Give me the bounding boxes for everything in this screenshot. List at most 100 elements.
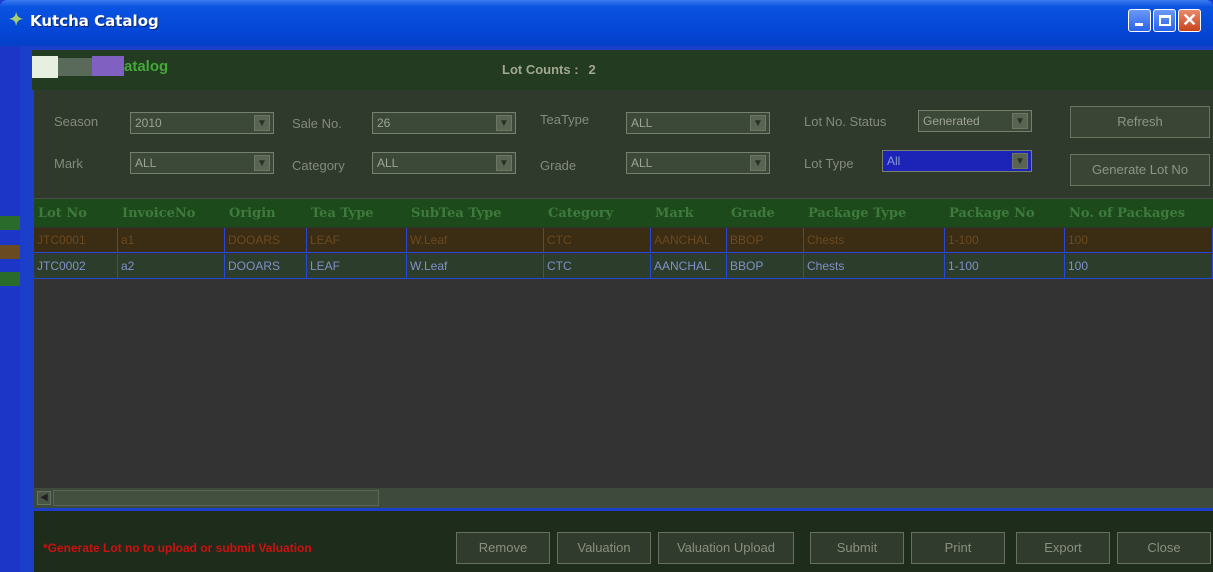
season-label: Season bbox=[54, 114, 99, 129]
generate-lot-warning: *Generate Lot no to upload or submit Val… bbox=[43, 541, 312, 555]
strip-mark bbox=[0, 245, 20, 259]
chevron-down-icon: ▼ bbox=[1012, 113, 1028, 129]
export-button[interactable]: Export bbox=[1016, 532, 1110, 564]
column-header[interactable]: InvoiceNo bbox=[118, 199, 225, 227]
window-title: Kutcha Catalog bbox=[30, 12, 159, 30]
lots-grid: Lot No InvoiceNo Origin Tea Type SubTea … bbox=[34, 198, 1213, 508]
chevron-down-icon: ▼ bbox=[750, 115, 766, 131]
tea-type-label: TeaType bbox=[540, 112, 590, 127]
catalog-logo: atalog bbox=[32, 56, 192, 80]
close-icon: ✕ bbox=[1181, 10, 1198, 30]
category-label: Category bbox=[292, 158, 345, 173]
title-bar[interactable]: ✦ Kutcha Catalog ✕ bbox=[0, 0, 1213, 46]
table-cell: 100 bbox=[1065, 228, 1213, 252]
client-area: atalog Lot Counts : 2 Season 2010 ▼ Sale N… bbox=[20, 46, 1213, 572]
table-cell: W.Leaf bbox=[407, 228, 544, 252]
column-header[interactable]: Package No bbox=[945, 199, 1065, 227]
column-header[interactable]: Package Type bbox=[804, 199, 945, 227]
filter-panel: Season 2010 ▼ Sale No. 26 ▼ TeaType ALL ▼ L… bbox=[34, 90, 1213, 198]
table-cell: AANCHAL bbox=[651, 254, 727, 278]
left-border-strip bbox=[0, 46, 20, 572]
catalog-header-bar: atalog Lot Counts : 2 bbox=[32, 50, 1213, 90]
table-cell: Chests bbox=[804, 254, 945, 278]
sale-no-label: Sale No. bbox=[292, 116, 342, 131]
tea-type-select[interactable]: ALL ▼ bbox=[626, 112, 770, 134]
sale-no-select[interactable]: 26 ▼ bbox=[372, 112, 516, 134]
column-header[interactable]: Origin bbox=[225, 199, 307, 227]
table-cell: CTC bbox=[544, 254, 651, 278]
table-cell: Chests bbox=[804, 228, 945, 252]
chevron-down-icon: ▼ bbox=[750, 155, 766, 171]
season-value: 2010 bbox=[135, 116, 162, 130]
scrollbar-thumb[interactable] bbox=[53, 490, 379, 506]
table-cell: 1-100 bbox=[945, 254, 1065, 278]
grade-label: Grade bbox=[540, 158, 577, 173]
table-cell: LEAF bbox=[307, 254, 407, 278]
leaf-app-icon: ✦ bbox=[9, 10, 24, 29]
table-cell: 100 bbox=[1065, 254, 1213, 278]
minimize-icon bbox=[1135, 23, 1143, 26]
table-cell: CTC bbox=[544, 228, 651, 252]
submit-button[interactable]: Submit bbox=[810, 532, 904, 564]
close-button[interactable]: Close bbox=[1117, 532, 1211, 564]
strip-mark bbox=[0, 216, 20, 230]
scroll-left-icon[interactable]: ◀ bbox=[37, 491, 51, 505]
column-header[interactable]: No. of Packages bbox=[1065, 199, 1213, 227]
table-cell: 1-100 bbox=[945, 228, 1065, 252]
chevron-down-icon: ▼ bbox=[254, 115, 270, 131]
grade-select[interactable]: ALL ▼ bbox=[626, 152, 770, 174]
table-row[interactable]: JTC0001 a1 DOOARS LEAF W.Leaf CTC AANCHA… bbox=[34, 228, 1213, 253]
maximize-button[interactable] bbox=[1153, 9, 1176, 32]
category-select[interactable]: ALL ▼ bbox=[372, 152, 516, 174]
table-cell: JTC0001 bbox=[34, 228, 118, 252]
lot-no-status-label: Lot No. Status bbox=[804, 114, 887, 129]
column-header[interactable]: Grade bbox=[727, 199, 804, 227]
grid-header: Lot No InvoiceNo Origin Tea Type SubTea … bbox=[34, 199, 1213, 227]
lot-counts-label: Lot Counts : bbox=[502, 62, 579, 77]
sale-no-value: 26 bbox=[377, 116, 391, 130]
refresh-button[interactable]: Refresh bbox=[1070, 106, 1210, 138]
table-cell: W.Leaf bbox=[407, 254, 544, 278]
chevron-down-icon: ▼ bbox=[1012, 153, 1028, 169]
grade-value: ALL bbox=[631, 156, 653, 170]
logo-text: atalog bbox=[124, 58, 169, 75]
column-header[interactable]: Mark bbox=[651, 199, 727, 227]
horizontal-scrollbar[interactable]: ◀ bbox=[34, 488, 1213, 508]
table-cell: a2 bbox=[118, 254, 225, 278]
mark-label: Mark bbox=[54, 156, 83, 171]
remove-button[interactable]: Remove bbox=[456, 532, 550, 564]
lot-type-value: All bbox=[887, 154, 901, 168]
lot-type-select[interactable]: All ▼ bbox=[882, 150, 1032, 172]
tea-type-value: ALL bbox=[631, 116, 653, 130]
lot-counts: Lot Counts : 2 bbox=[502, 62, 596, 77]
lot-counts-value: 2 bbox=[588, 62, 596, 77]
table-cell: BBOP bbox=[727, 254, 804, 278]
action-bar: *Generate Lot no to upload or submit Val… bbox=[34, 511, 1213, 572]
table-cell: LEAF bbox=[307, 228, 407, 252]
table-cell: AANCHAL bbox=[651, 228, 727, 252]
column-header[interactable]: Category bbox=[544, 199, 651, 227]
maximize-icon bbox=[1159, 15, 1171, 26]
lot-no-status-select[interactable]: Generated ▼ bbox=[918, 110, 1032, 132]
generate-lot-no-button[interactable]: Generate Lot No bbox=[1070, 154, 1210, 186]
mark-value: ALL bbox=[135, 156, 157, 170]
mark-select[interactable]: ALL ▼ bbox=[130, 152, 274, 174]
lot-type-label: Lot Type bbox=[804, 156, 854, 171]
print-button[interactable]: Print bbox=[911, 532, 1005, 564]
chevron-down-icon: ▼ bbox=[496, 155, 512, 171]
table-cell: DOOARS bbox=[225, 228, 307, 252]
table-cell: JTC0002 bbox=[34, 254, 118, 278]
table-row[interactable]: JTC0002 a2 DOOARS LEAF W.Leaf CTC AANCHA… bbox=[34, 254, 1213, 279]
column-header[interactable]: Tea Type bbox=[307, 199, 407, 227]
chevron-down-icon: ▼ bbox=[496, 115, 512, 131]
minimize-button[interactable] bbox=[1128, 9, 1151, 32]
close-window-button[interactable]: ✕ bbox=[1178, 9, 1201, 32]
chevron-down-icon: ▼ bbox=[254, 155, 270, 171]
column-header[interactable]: SubTea Type bbox=[407, 199, 544, 227]
table-cell: DOOARS bbox=[225, 254, 307, 278]
season-select[interactable]: 2010 ▼ bbox=[130, 112, 274, 134]
kutcha-catalog-window: ✦ Kutcha Catalog ✕ atalog Lot Counts : 2 … bbox=[0, 0, 1213, 572]
valuation-button[interactable]: Valuation bbox=[557, 532, 651, 564]
column-header[interactable]: Lot No bbox=[34, 199, 118, 227]
valuation-upload-button[interactable]: Valuation Upload bbox=[658, 532, 794, 564]
